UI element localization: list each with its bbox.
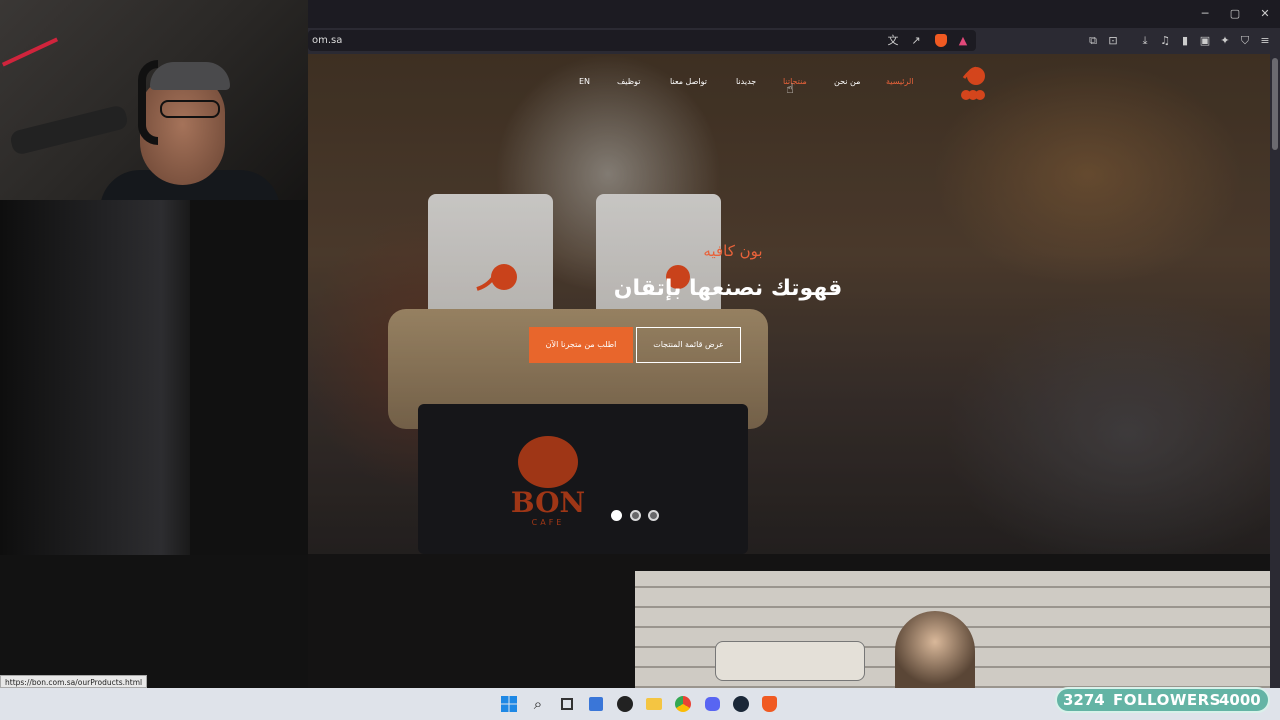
cafe-sketch-image	[635, 571, 1270, 688]
translate-icon[interactable]: 文	[884, 30, 902, 51]
site-logo[interactable]	[956, 62, 990, 106]
brave-rewards-icon[interactable]: ▲	[954, 30, 972, 51]
close-icon[interactable]: ✕	[1250, 0, 1280, 28]
nav-about[interactable]: من نحن	[834, 77, 860, 86]
nav-home[interactable]: الرئيسية	[886, 77, 914, 86]
url-bar[interactable]: om.sa	[308, 30, 976, 51]
view-products-button[interactable]: عرض قائمة المنتجات	[636, 327, 741, 363]
download-icon[interactable]: ⤓	[1136, 30, 1154, 51]
windows-start-icon[interactable]	[498, 693, 520, 715]
glasses	[160, 100, 220, 118]
menu-icon[interactable]: ≡	[1256, 30, 1274, 51]
nav-careers[interactable]: توظيف	[617, 77, 640, 86]
mouse-cursor-icon: ☝	[786, 82, 794, 97]
file-explorer-icon[interactable]	[643, 693, 665, 715]
status-url: https://bon.com.sa/ourProducts.html	[0, 675, 148, 688]
followers-count: 3274	[1063, 691, 1105, 709]
store-icon[interactable]	[585, 693, 607, 715]
brave-shields-icon[interactable]	[932, 30, 950, 51]
task-view-icon[interactable]	[556, 693, 578, 715]
steam-icon[interactable]	[730, 693, 752, 715]
background-monitor-image	[0, 200, 190, 555]
search-icon[interactable]: ⌕	[527, 693, 549, 715]
vpn-shield-icon[interactable]: ⛉	[1236, 30, 1254, 51]
brave-icon[interactable]	[759, 693, 781, 715]
minimize-icon[interactable]: ─	[1190, 0, 1220, 28]
mic-arm	[1, 37, 59, 67]
scrollbar-thumb[interactable]	[1272, 58, 1278, 150]
microphone	[8, 104, 130, 156]
slider-dot-2[interactable]	[630, 510, 641, 521]
background-dark-area	[0, 555, 308, 688]
url-text: om.sa	[312, 35, 343, 46]
obs-icon[interactable]	[614, 693, 636, 715]
extensions-icon[interactable]: ⧉	[1084, 30, 1102, 51]
hero-title: قهوتك نصنعها بإتقان	[613, 276, 843, 301]
followers-goal: 4000	[1219, 691, 1261, 709]
slider-dot-3[interactable]	[648, 510, 659, 521]
webcam-overlay	[0, 0, 308, 200]
nav-language-en[interactable]: EN	[579, 77, 590, 86]
followers-label: FOLLOWERS	[1113, 691, 1221, 709]
restore-icon[interactable]: ▢	[1220, 0, 1250, 28]
web-page: BON CAFE الرئيسية من نحن منتجاتنا جديدنا…	[308, 54, 1270, 688]
nav-news[interactable]: جديدنا	[736, 77, 756, 86]
followers-goal-widget: 3274 FOLLOWERS 4000	[1055, 687, 1270, 713]
media-icon[interactable]: ♫	[1156, 30, 1174, 51]
order-now-button[interactable]: اطلب من متجرنا الآن	[529, 327, 633, 363]
sidebar-icon[interactable]: ▮	[1176, 30, 1194, 51]
share-icon[interactable]: ↗	[907, 30, 925, 51]
nav-contact[interactable]: تواصل معنا	[670, 77, 707, 86]
headphones	[138, 60, 158, 145]
leo-ai-icon[interactable]: ✦	[1216, 30, 1234, 51]
screenshot-icon[interactable]: ⊡	[1104, 30, 1122, 51]
chrome-icon[interactable]	[672, 693, 694, 715]
wallet-icon[interactable]: ▣	[1196, 30, 1214, 51]
streamer-cap	[150, 62, 230, 90]
discord-icon[interactable]	[701, 693, 723, 715]
hero-overlay	[308, 54, 1270, 554]
hero-brand: بون كافيه	[703, 242, 763, 260]
slider-dot-1[interactable]	[611, 510, 622, 521]
